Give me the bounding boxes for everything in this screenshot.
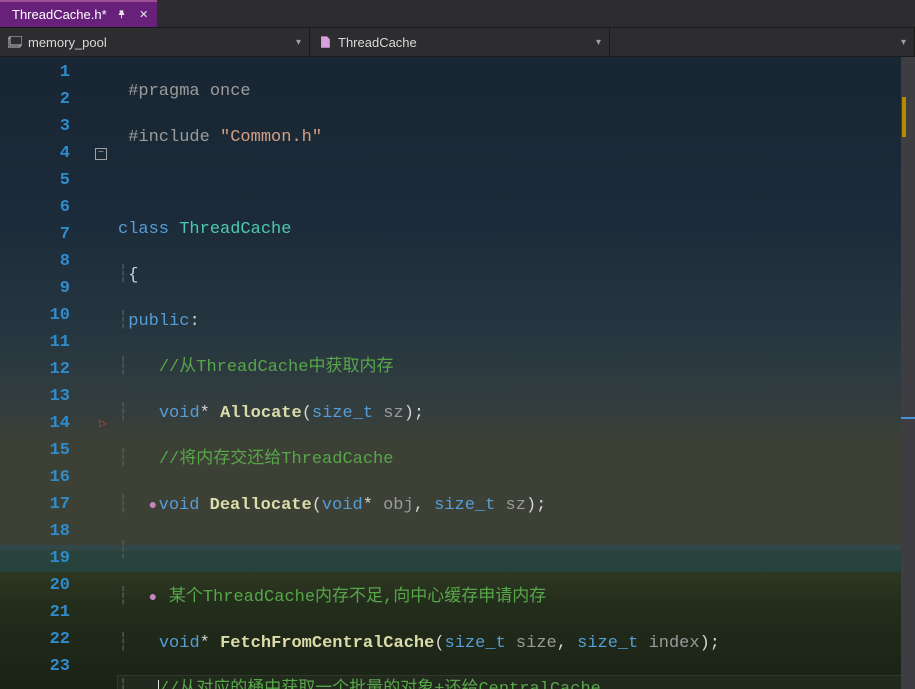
line-number: 17 xyxy=(0,491,88,518)
chevron-down-icon: ▾ xyxy=(296,37,301,48)
scrollbar-change-marker xyxy=(902,97,906,137)
namespace-icon xyxy=(8,35,22,49)
line-number: 23 xyxy=(0,653,88,680)
line-number: 18 xyxy=(0,518,88,545)
code-editor[interactable]: 1 2 3 4 5 6 7 8 9 10 11 12 13 14 15 16 1… xyxy=(0,57,915,689)
line-number: 5 xyxy=(0,167,88,194)
class-icon xyxy=(318,35,332,49)
line-number-gutter: 1 2 3 4 5 6 7 8 9 10 11 12 13 14 15 16 1… xyxy=(0,57,88,689)
class-dropdown[interactable]: ThreadCache ▾ xyxy=(310,28,610,56)
class-label: ThreadCache xyxy=(338,35,417,50)
collapse-icon[interactable]: − xyxy=(95,148,107,160)
pin-icon[interactable] xyxy=(115,8,129,22)
line-number: 8 xyxy=(0,248,88,275)
line-number: 12 xyxy=(0,356,88,383)
line-number: 22 xyxy=(0,626,88,653)
line-number: 11 xyxy=(0,329,88,356)
scope-label: memory_pool xyxy=(28,35,107,50)
line-number: 9 xyxy=(0,275,88,302)
member-dropdown[interactable]: ▾ xyxy=(610,28,915,56)
line-number: 7 xyxy=(0,221,88,248)
breakpoint-outline-icon[interactable]: ▷ xyxy=(99,416,107,431)
chevron-down-icon: ▾ xyxy=(901,37,906,48)
line-number: 2 xyxy=(0,86,88,113)
tab-title: ThreadCache.h* xyxy=(12,7,107,22)
line-number: 6 xyxy=(0,194,88,221)
line-number: 3 xyxy=(0,113,88,140)
tab-bar: ThreadCache.h* ✕ xyxy=(0,0,915,28)
file-tab[interactable]: ThreadCache.h* ✕ xyxy=(0,0,157,27)
close-icon[interactable]: ✕ xyxy=(137,8,151,22)
line-number: 14 xyxy=(0,410,88,437)
scope-dropdown[interactable]: memory_pool ▾ xyxy=(0,28,310,56)
breakpoint-margin[interactable]: − ▷ xyxy=(88,57,118,689)
navigation-bar: memory_pool ▾ ThreadCache ▾ ▾ xyxy=(0,28,915,57)
vertical-scrollbar[interactable] xyxy=(901,57,915,689)
smart-tag-icon[interactable]: ● xyxy=(149,585,159,612)
line-number: 20 xyxy=(0,572,88,599)
line-number: 16 xyxy=(0,464,88,491)
line-number: 4 xyxy=(0,140,88,167)
smart-tag-icon[interactable]: ● xyxy=(149,493,159,520)
line-number: 1 xyxy=(0,59,88,86)
chevron-down-icon: ▾ xyxy=(596,37,601,48)
code-content[interactable]: #pragma once #include "Common.h" class T… xyxy=(118,57,915,689)
line-number: 13 xyxy=(0,383,88,410)
line-number: 21 xyxy=(0,599,88,626)
line-number: 19 xyxy=(0,545,88,572)
line-number: 10 xyxy=(0,302,88,329)
scrollbar-caret-marker xyxy=(901,417,915,419)
line-number: 15 xyxy=(0,437,88,464)
